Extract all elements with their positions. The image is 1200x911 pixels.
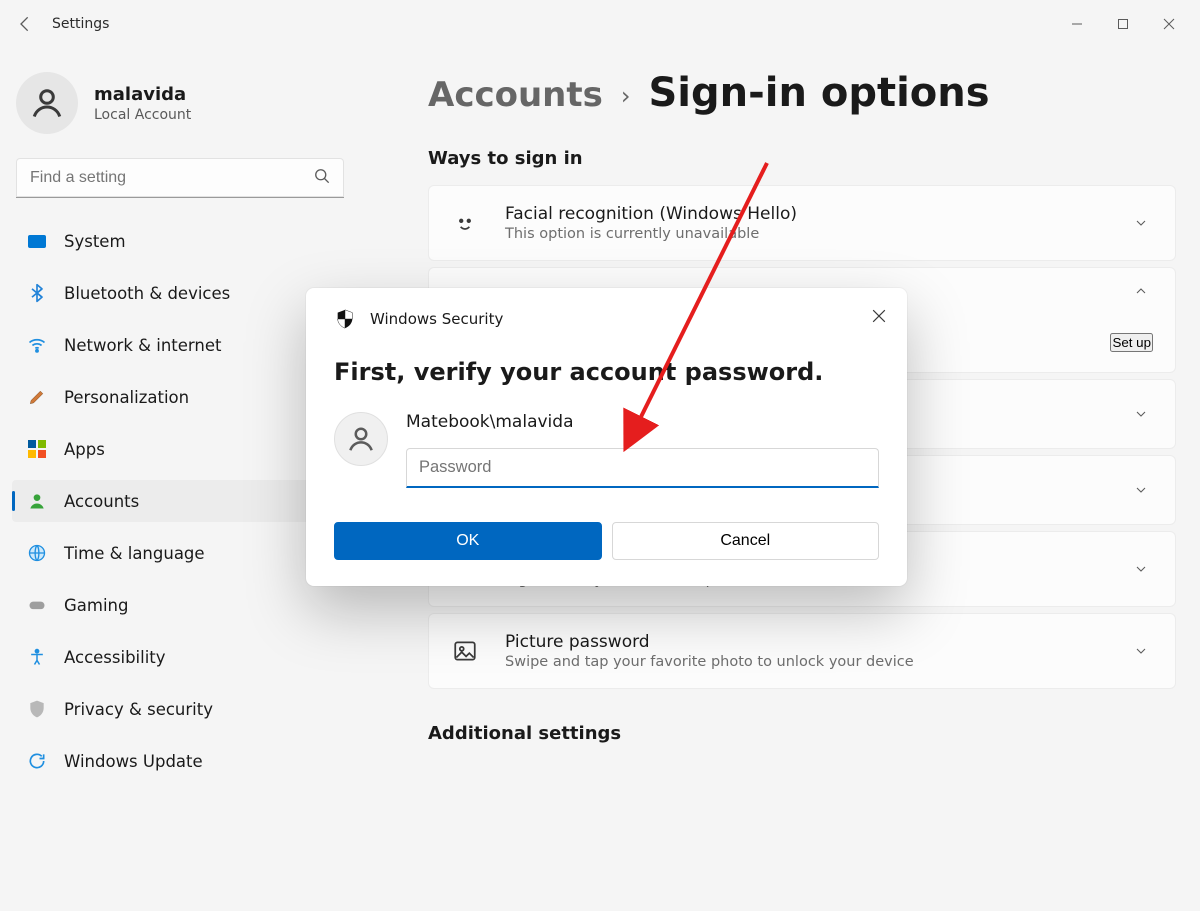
search-box[interactable] (16, 158, 344, 198)
titlebar: Settings (0, 0, 1200, 48)
option-subtitle: This option is currently unavailable (505, 226, 1103, 242)
nav-label: Privacy & security (64, 700, 213, 719)
nav-label: Gaming (64, 596, 129, 615)
dialog-account: Matebook\malavida (406, 412, 879, 432)
nav-network[interactable]: Network & internet (12, 324, 348, 366)
nav-update[interactable]: Windows Update (12, 740, 348, 782)
breadcrumb: Accounts › Sign-in options (428, 70, 1176, 116)
dialog-close-button[interactable] (865, 302, 893, 330)
minimize-button[interactable] (1054, 8, 1100, 40)
search-icon (312, 166, 332, 190)
nav-gaming[interactable]: Gaming (12, 584, 348, 626)
nav-label: System (64, 232, 126, 251)
nav-label: Personalization (64, 388, 189, 407)
close-button[interactable] (1146, 8, 1192, 40)
nav-apps[interactable]: Apps (12, 428, 348, 470)
cancel-button[interactable]: Cancel (612, 522, 880, 560)
section-heading-additional: Additional settings (428, 723, 1176, 744)
user-name: malavida (94, 84, 191, 105)
window-title: Settings (52, 16, 109, 32)
section-heading-ways: Ways to sign in (428, 148, 1176, 169)
nav-label: Apps (64, 440, 105, 459)
user-block[interactable]: malavida Local Account (16, 72, 348, 134)
back-button[interactable] (8, 6, 44, 42)
chevron-down-icon (1129, 211, 1153, 235)
update-icon (26, 750, 48, 772)
apps-icon (26, 438, 48, 460)
globe-icon (26, 542, 48, 564)
bluetooth-icon (26, 282, 48, 304)
chevron-down-icon (1129, 639, 1153, 663)
brush-icon (26, 386, 48, 408)
face-icon (451, 209, 479, 237)
nav-label: Accounts (64, 492, 139, 511)
dialog-small-title: Windows Security (370, 310, 503, 328)
user-subtitle: Local Account (94, 107, 191, 123)
password-input[interactable] (406, 448, 879, 488)
wifi-icon (26, 334, 48, 356)
nav-label: Windows Update (64, 752, 203, 771)
nav-accessibility[interactable]: Accessibility (12, 636, 348, 678)
option-title: Facial recognition (Windows Hello) (505, 204, 1103, 224)
nav-label: Network & internet (64, 336, 221, 355)
avatar-icon (16, 72, 78, 134)
nav-personalization[interactable]: Personalization (12, 376, 348, 418)
chevron-down-icon (1129, 402, 1153, 426)
gamepad-icon (26, 594, 48, 616)
avatar-icon (334, 412, 388, 466)
nav-label: Time & language (64, 544, 205, 563)
accessibility-icon (26, 646, 48, 668)
picture-icon (451, 637, 479, 665)
chevron-down-icon (1129, 478, 1153, 502)
nav-label: Accessibility (64, 648, 166, 667)
option-subtitle: Swipe and tap your favorite photo to unl… (505, 654, 1103, 670)
chevron-up-icon (1129, 279, 1153, 303)
person-icon (26, 490, 48, 512)
option-title: Picture password (505, 632, 1103, 652)
shield-icon (26, 698, 48, 720)
option-picture-password[interactable]: Picture password Swipe and tap your favo… (428, 613, 1176, 689)
option-facial-recognition[interactable]: Facial recognition (Windows Hello) This … (428, 185, 1176, 261)
chevron-down-icon (1129, 557, 1153, 581)
windows-security-dialog: Windows Security First, verify your acco… (306, 288, 907, 586)
monitor-icon (26, 230, 48, 252)
page-title: Sign-in options (649, 70, 990, 116)
nav-accounts[interactable]: Accounts (12, 480, 348, 522)
nav-label: Bluetooth & devices (64, 284, 230, 303)
maximize-button[interactable] (1100, 8, 1146, 40)
nav-system[interactable]: System (12, 220, 348, 262)
dialog-heading: First, verify your account password. (334, 358, 879, 386)
chevron-right-icon: › (621, 82, 631, 110)
nav-list: System Bluetooth & devices Network & int… (12, 220, 348, 782)
setup-button[interactable]: Set up (1110, 333, 1153, 352)
ok-button[interactable]: OK (334, 522, 602, 560)
nav-privacy[interactable]: Privacy & security (12, 688, 348, 730)
nav-bluetooth[interactable]: Bluetooth & devices (12, 272, 348, 314)
breadcrumb-parent[interactable]: Accounts (428, 75, 603, 115)
shield-icon (334, 308, 356, 330)
nav-time[interactable]: Time & language (12, 532, 348, 574)
search-input[interactable] (16, 158, 344, 198)
